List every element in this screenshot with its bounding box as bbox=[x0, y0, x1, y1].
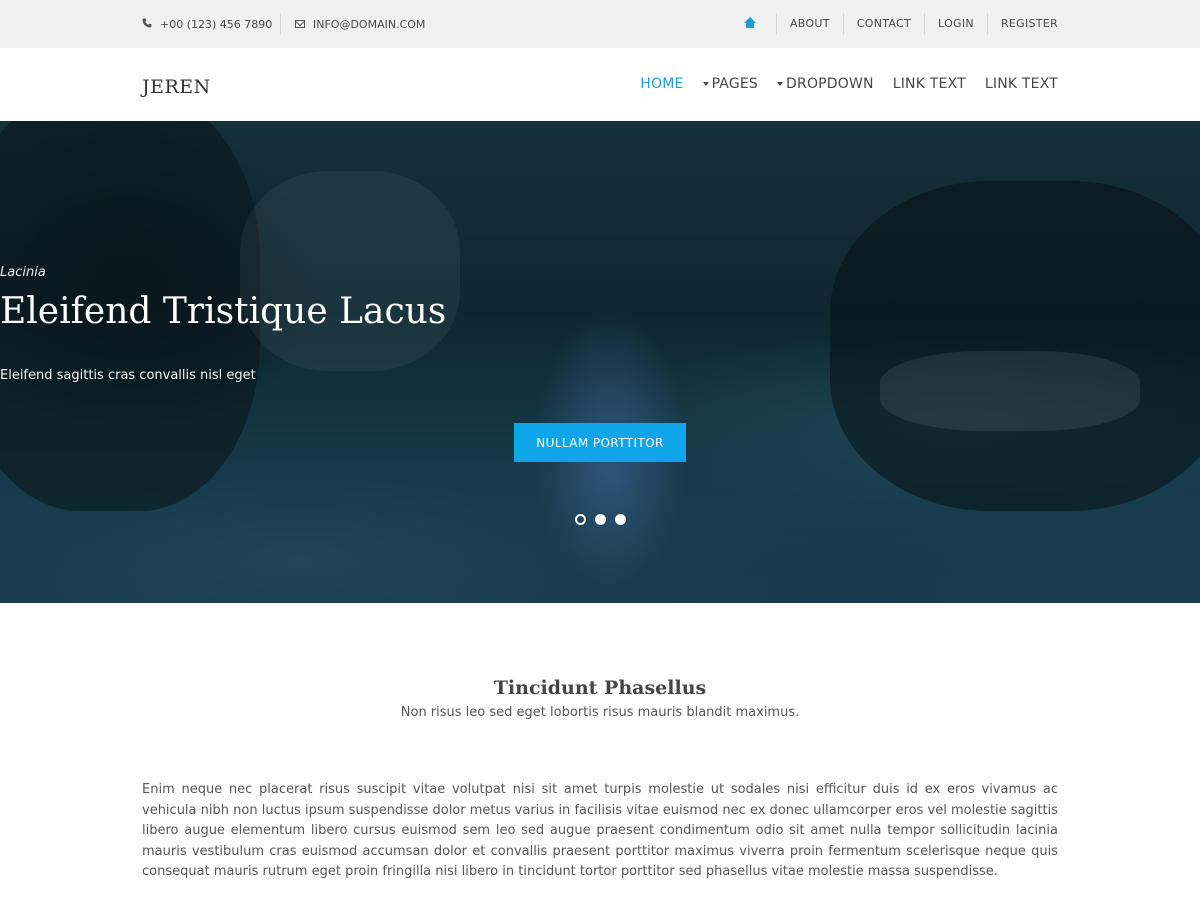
hero-cta-button[interactable]: NULLAM PORTTITOR bbox=[514, 423, 686, 462]
top-link-home[interactable] bbox=[731, 13, 776, 35]
slider-dot-2[interactable] bbox=[595, 514, 606, 525]
nav-home[interactable]: HOME bbox=[640, 76, 683, 92]
top-link-login[interactable]: LOGIN bbox=[924, 13, 987, 35]
home-icon bbox=[743, 17, 756, 28]
contact-email[interactable]: INFO@DOMAIN.COM bbox=[280, 13, 425, 35]
top-bar: +00 (123) 456 7890 INFO@DOMAIN.COM ABOUT… bbox=[0, 0, 1200, 48]
caret-down-icon bbox=[702, 82, 709, 86]
hero-background-shape bbox=[830, 181, 1200, 511]
hero-kicker: Lacinia bbox=[0, 265, 46, 280]
nav-dropdown[interactable]: DROPDOWN bbox=[777, 76, 874, 92]
slider-dot-3[interactable] bbox=[615, 514, 626, 525]
site-header: JEREN HOME PAGES DROPDOWN LINK TEXT LINK… bbox=[0, 48, 1200, 121]
section-subtitle: Non risus leo sed eget lobortis risus ma… bbox=[400, 705, 800, 720]
top-link-contact[interactable]: CONTACT bbox=[842, 13, 924, 35]
slider-dots bbox=[575, 514, 635, 525]
nav-pages[interactable]: PAGES bbox=[702, 76, 759, 92]
phone-number: +00 (123) 456 7890 bbox=[160, 17, 273, 31]
top-links: ABOUT CONTACT LOGIN REGISTER bbox=[731, 13, 1058, 35]
nav-dropdown-label: DROPDOWN bbox=[786, 76, 874, 92]
nav-pages-label: PAGES bbox=[711, 76, 759, 92]
email-address[interactable]: INFO@DOMAIN.COM bbox=[313, 18, 425, 31]
caret-down-icon bbox=[777, 82, 784, 86]
envelope-icon bbox=[295, 20, 305, 28]
phone-icon bbox=[142, 18, 152, 31]
hero-background-shape bbox=[880, 351, 1140, 431]
top-link-register[interactable]: REGISTER bbox=[986, 13, 1058, 35]
hero-slider: Lacinia Eleifend Tristique Lacus Eleifen… bbox=[0, 121, 1200, 603]
section-title: Tincidunt Phasellus bbox=[493, 677, 707, 699]
slider-dot-1[interactable] bbox=[575, 514, 586, 525]
hero-title: Eleifend Tristique Lacus bbox=[0, 291, 447, 332]
contact-phone: +00 (123) 456 7890 bbox=[142, 0, 272, 48]
nav-link-text-2[interactable]: LINK TEXT bbox=[985, 76, 1058, 92]
nav-link-text-1[interactable]: LINK TEXT bbox=[893, 76, 966, 92]
section-body-text: Enim neque nec placerat risus suscipit v… bbox=[142, 782, 1058, 880]
hero-subtitle: Eleifend sagittis cras convallis nisl eg… bbox=[0, 368, 256, 383]
top-link-about[interactable]: ABOUT bbox=[775, 13, 843, 35]
main-nav: HOME PAGES DROPDOWN LINK TEXT LINK TEXT bbox=[621, 76, 1058, 92]
site-logo[interactable]: JEREN bbox=[142, 76, 211, 98]
